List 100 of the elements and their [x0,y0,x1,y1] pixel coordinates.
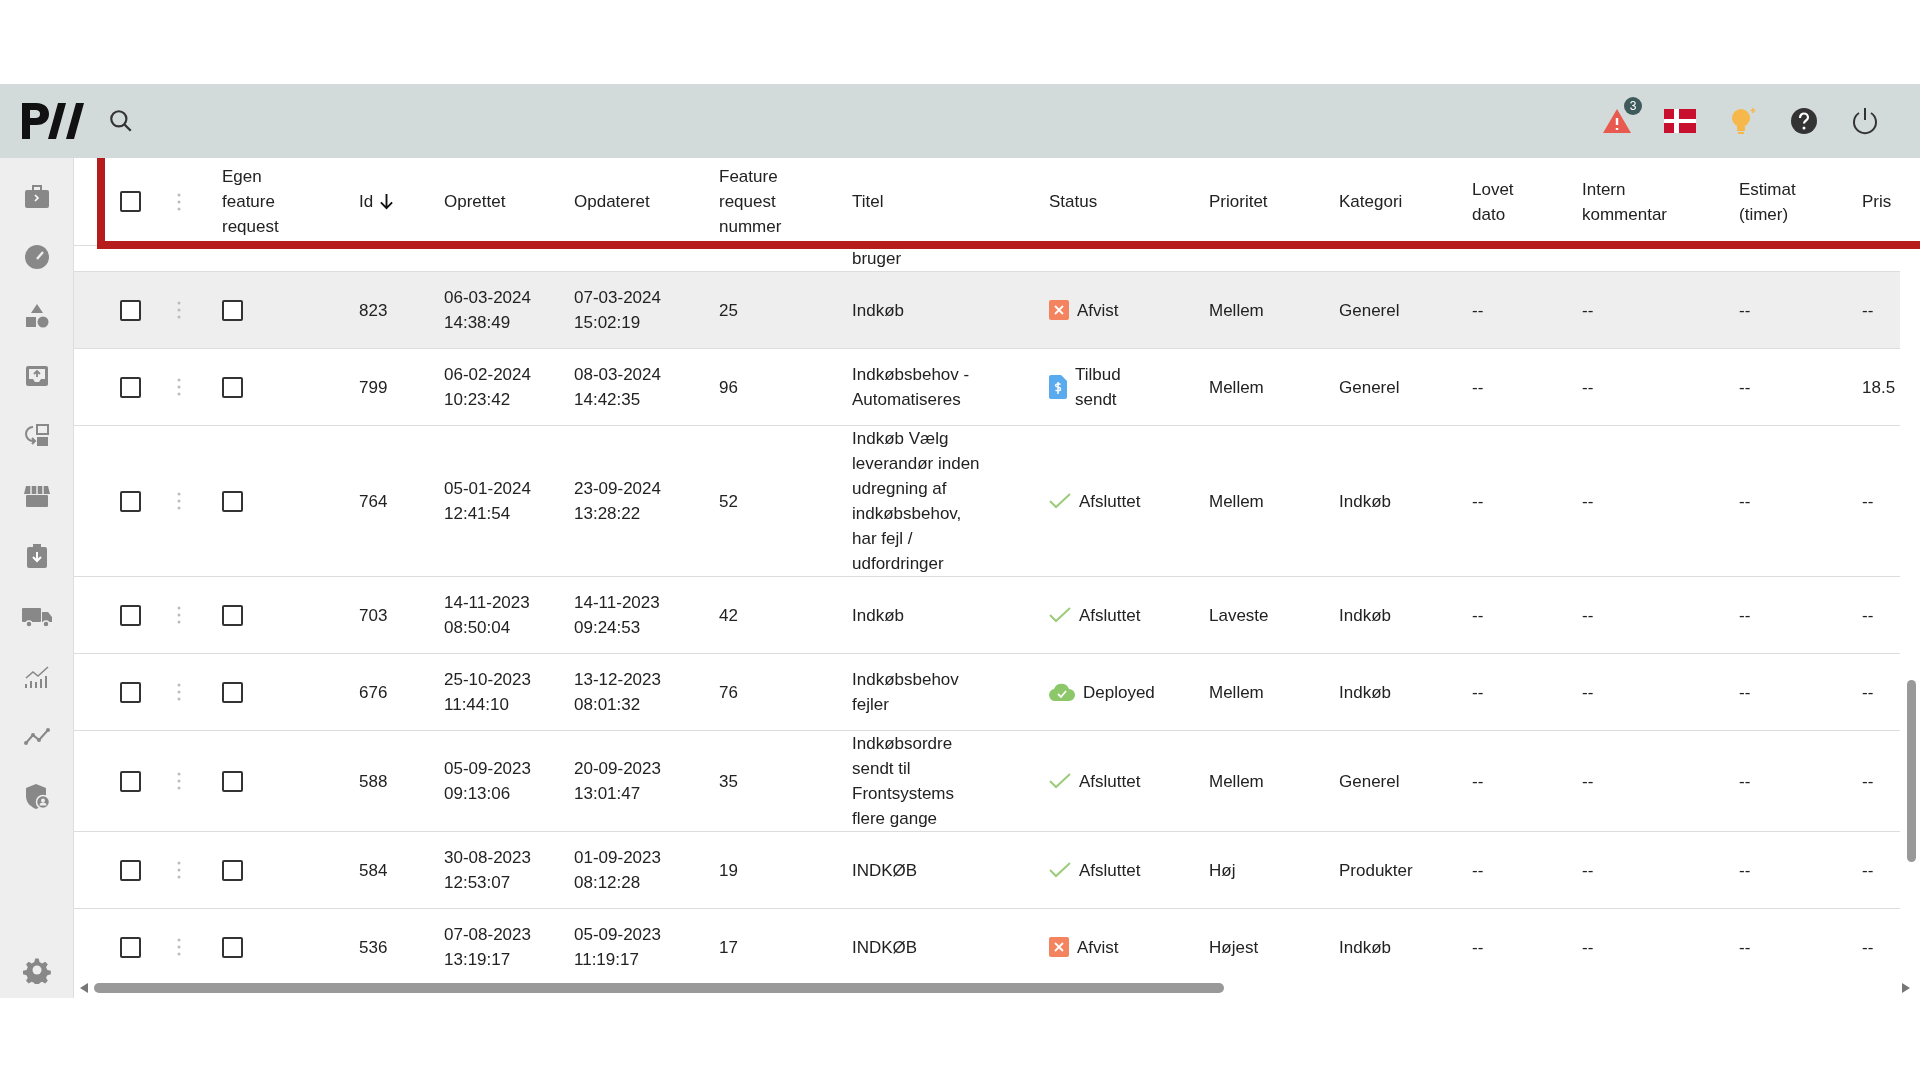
close-icon [1049,300,1069,320]
own-request-checkbox[interactable] [222,681,243,703]
settings-icon[interactable] [22,956,51,984]
table-cell: 96 [719,377,738,397]
column-header[interactable]: Egen feature request [222,164,302,239]
column-header[interactable]: Pris [1862,189,1892,214]
column-header[interactable]: Titel [852,189,987,214]
table-cell: Høj [1209,860,1236,880]
table-cell: 536 [359,937,388,957]
logo[interactable] [20,101,86,141]
table-cell: -- [1739,300,1751,320]
table-cell: -- [1472,491,1484,511]
column-header[interactable]: Status [1049,189,1098,214]
table-cell: 35 [719,771,738,791]
warning-icon[interactable] [1602,107,1632,135]
column-header[interactable]: Kategori [1339,189,1403,214]
status-label: Afsluttet [1079,770,1142,793]
table-row[interactable]: 799 06-02-2024 10:23:42 08-03-2024 14:42:35 96 Indkøbsbehov - Automatiseres Tilbud sendt Mellem Generel -- -- -- 18.5 [74,349,1900,426]
own-request-checkbox[interactable] [222,936,243,958]
gauge-icon[interactable] [22,242,51,270]
search-icon[interactable] [108,108,134,134]
column-header[interactable]: Intern kommentar [1582,176,1682,227]
table-cell: -- [1582,605,1594,625]
table-cell-text: 30-08-2023 12:53:07 [444,847,532,894]
table-row[interactable]: 823 06-03-2024 14:38:49 07-03-2024 15:02:19 25 Indkøb Afvist Mellem Generel -- -- -- -- [74,272,1900,349]
table-cell: -- [1862,860,1874,880]
row-checkbox[interactable] [120,681,141,703]
table-cell-text: 23-09-2024 13:28:22 [574,478,662,525]
help-icon[interactable] [1790,107,1818,135]
own-request-checkbox[interactable] [222,770,243,792]
table-cell: 42 [719,605,738,625]
table-cell: 823 [359,300,388,320]
status-label: Afvist [1077,936,1120,959]
briefcase-icon[interactable] [22,182,51,210]
own-request-checkbox[interactable] [222,376,243,398]
row-checkbox[interactable] [120,936,141,958]
table-cell: 19 [719,860,738,880]
column-header[interactable]: Oprettet [444,189,506,214]
select-all-checkbox[interactable] [120,191,141,212]
table-cell: -- [1862,491,1874,511]
table-cell: -- [1862,682,1874,702]
table-cell: -- [1862,605,1874,625]
vertical-scrollbar[interactable] [1907,680,1916,862]
table-cell: -- [1582,491,1594,511]
table-row[interactable]: 584 30-08-2023 12:53:07 01-09-2023 08:12:28 19 INDKØB Afsluttet Høj Produkter -- -- -- -- [74,832,1900,909]
sort-arrow-icon[interactable] [379,193,395,210]
table-cell: Mellem [1209,491,1264,511]
table-cell: Indkøb [1339,491,1391,511]
table-cell: 764 [359,491,388,511]
own-request-checkbox[interactable] [222,859,243,881]
table-cell-text: 06-02-2024 10:23:42 [444,364,532,411]
status-label: Afsluttet [1079,604,1142,627]
column-header[interactable]: Estimat (timer) [1739,176,1819,227]
row-checkbox[interactable] [120,604,141,626]
flag-icon[interactable] [1664,109,1696,133]
scroll-right-icon[interactable] [1902,983,1910,993]
table-cell-text: 07-03-2024 15:02:19 [574,287,662,334]
own-request-checkbox[interactable] [222,490,243,512]
row-checkbox[interactable] [120,490,141,512]
table-cell: -- [1582,300,1594,320]
column-header[interactable]: Prioritet [1209,189,1268,214]
table-row[interactable]: 703 14-11-2023 08:50:04 14-11-2023 09:24:53 42 Indkøb Afsluttet Laveste Indkøb -- -- -- -- [74,577,1900,654]
table-cell-text: 06-03-2024 14:38:49 [444,287,532,334]
status-label: Deployed [1083,681,1153,704]
table-cell-text: 05-09-2023 09:13:06 [444,758,532,805]
own-request-checkbox[interactable] [222,299,243,321]
table-cell: -- [1582,771,1594,791]
table-cell: Indkøb [1339,937,1391,957]
table-cell: 17 [719,937,738,957]
table-cell: -- [1582,937,1594,957]
row-checkbox[interactable] [120,299,141,321]
table-cell: 52 [719,491,738,511]
column-header[interactable]: Opdateret [574,189,650,214]
row-checkbox[interactable] [120,770,141,792]
table-row[interactable]: 764 05-01-2024 12:41:54 23-09-2024 13:28:22 52 Indkøb Vælg leverandør inden udregning af indkøbsbehov, har fejl / udfordringer Afsluttet Mellem Indkøb -- -- -- -- [74,426,1900,577]
column-header[interactable]: Id [359,189,395,214]
table-cell: 676 [359,682,388,702]
scroll-left-icon[interactable] [80,983,88,993]
column-header[interactable]: Feature request nummer [719,164,799,239]
table-row[interactable]: 588 05-09-2023 09:13:06 20-09-2023 13:01:47 35 Indkøbsordre sendt til Frontsystems flere gange Afsluttet Mellem Generel -- -- -- -- [74,731,1900,832]
table-cell: 584 [359,860,388,880]
row-checkbox[interactable] [120,859,141,881]
cloud-check-icon [1049,683,1075,701]
power-icon[interactable] [1850,106,1880,136]
table-cell-text: Indkøbsbehov - Automatiseres [852,364,971,411]
table-cell-text: Indkøb Vælg leverandør inden udregning af indkøbsbehov, har fejl / udfordringer [852,428,981,575]
own-request-checkbox[interactable] [222,604,243,626]
table-cell-text: Indkøbsordre sendt til Frontsystems flere gange [852,733,956,830]
table-cell-text: 25-10-2023 11:44:10 [444,669,532,716]
table-row[interactable]: 676 25-10-2023 11:44:10 13-12-2023 08:01:32 76 Indkøbsbehov fejler Deployed Mellem Indkøb -- -- -- -- [74,654,1900,731]
column-header[interactable]: Lovet dato [1472,176,1522,227]
table-cell: Produkter [1339,860,1413,880]
table-cell: Indkøb [1339,605,1391,625]
table-cell: Generel [1339,771,1400,791]
table-cell-text: INDKØB [852,936,919,959]
row-checkbox[interactable] [120,376,141,398]
checkmark-icon [1049,607,1071,623]
table-cell-text: bruger [852,248,903,270]
table-cell-text: 14-11-2023 08:50:04 [444,592,531,639]
table-cell: Generel [1339,300,1400,320]
